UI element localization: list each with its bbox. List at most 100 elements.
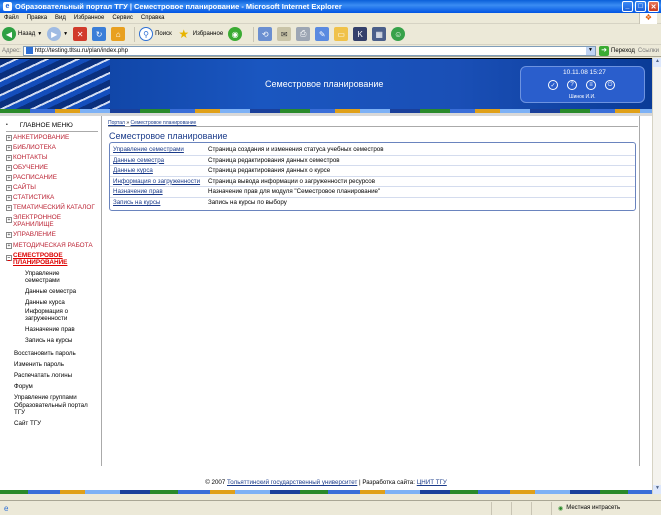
module-link[interactable]: Данные курса	[110, 167, 205, 174]
back-label: Назад	[18, 31, 36, 37]
refresh-button[interactable]: ↻	[92, 27, 107, 41]
security-zone: ◉ Местная интрасеть	[551, 501, 661, 515]
expand-icon[interactable]: +	[6, 242, 12, 249]
menu-item-education[interactable]: + ОБУЧЕНИЕ	[6, 164, 48, 171]
folder-button[interactable]: ▭	[334, 27, 349, 41]
restore-password-link[interactable]: Восстановить пароль	[14, 350, 76, 357]
favorites-label: Избранное	[192, 31, 224, 37]
home-button[interactable]: ⌂	[111, 27, 126, 41]
expand-icon[interactable]: +	[6, 144, 12, 151]
menu-item-label: КОНТАКТЫ	[13, 154, 48, 161]
groups-link[interactable]: Управление группами	[14, 394, 77, 401]
menu-file[interactable]: Файл	[4, 15, 19, 21]
chevron-down-icon[interactable]: ▼	[63, 31, 68, 37]
maximize-button[interactable]: □	[635, 1, 646, 12]
forward-button[interactable]: ▶ ▼	[47, 27, 68, 41]
menu-item-schedule[interactable]: + РАСПИСАНИЕ	[6, 174, 57, 181]
developer-link[interactable]: ЦНИТ ТГУ	[417, 479, 447, 486]
folder-icon: ▭	[334, 27, 349, 41]
expand-icon[interactable]: +	[6, 174, 12, 181]
forum-link[interactable]: Форум	[14, 383, 33, 390]
change-password-link[interactable]: Изменить пароль	[14, 361, 64, 368]
menu-item-library[interactable]: + БИБЛИОТЕКА	[6, 144, 56, 151]
close-button[interactable]: ✕	[648, 1, 659, 12]
menu-item-semester-planning[interactable]: − СЕМЕСТРОВОЕ ПЛАНИРОВАНИЕ	[6, 252, 86, 266]
module-link[interactable]: Назначение прав	[110, 188, 205, 195]
menu-favorites[interactable]: Избранное	[74, 15, 104, 21]
address-input[interactable]: http://testing.tltsu.ru/plan/index.php ▼	[22, 45, 597, 56]
menu-item-statistics[interactable]: + СТАТИСТИКА	[6, 194, 54, 201]
menu-item-methodics[interactable]: + МЕТОДИЧЕСКАЯ РАБОТА	[6, 242, 93, 249]
table-row: Данные курса Страница редактирования дан…	[110, 166, 635, 177]
submenu-rights[interactable]: Назначение прав	[25, 326, 75, 333]
go-label: Переход	[611, 47, 635, 54]
footer-color-band	[0, 490, 652, 494]
print-logins-link[interactable]: Распечатать логины	[14, 372, 72, 379]
favorites-button[interactable]: ★ Избранное	[177, 27, 223, 41]
messages-icon[interactable]: ≡	[586, 80, 596, 90]
menu-item-label: САЙТЫ	[13, 184, 36, 191]
back-button[interactable]: ◀ Назад ▼	[2, 27, 42, 41]
chevron-down-icon[interactable]: ▼	[37, 31, 42, 37]
menu-item-sites[interactable]: + САЙТЫ	[6, 184, 36, 191]
mail-button[interactable]: ✉	[277, 27, 292, 41]
menu-item-catalog[interactable]: + ТЕМАТИЧЕСКИЙ КАТАЛОГ	[6, 204, 95, 211]
links-button[interactable]: Ссылки	[638, 48, 659, 54]
submenu-course-data[interactable]: Данные курса	[25, 299, 65, 306]
menu-help[interactable]: Справка	[141, 15, 165, 21]
expand-icon[interactable]: +	[6, 194, 12, 201]
edit-button[interactable]: ✎	[315, 27, 330, 41]
menu-tools[interactable]: Сервис	[112, 15, 133, 21]
menu-item-storage[interactable]: + ЭЛЕКТРОННОЕ ХРАНИЛИЩЕ	[6, 214, 86, 228]
menu-item-contacts[interactable]: + КОНТАКТЫ	[6, 154, 47, 161]
logout-icon[interactable]: ⏻	[605, 80, 615, 90]
stop-button[interactable]: ✕	[73, 27, 88, 41]
check-icon[interactable]: ✓	[548, 80, 558, 90]
module-link[interactable]: Информация о загруженности	[110, 178, 205, 185]
expand-icon[interactable]: +	[6, 217, 12, 223]
scroll-up-icon[interactable]: ▲	[653, 58, 661, 67]
expand-icon[interactable]: +	[6, 164, 12, 171]
search-button[interactable]: ⚲ Поиск	[139, 27, 172, 41]
collapse-icon[interactable]: −	[6, 255, 12, 261]
menu-edit[interactable]: Правка	[27, 15, 47, 21]
menu-item-surveys[interactable]: + АНКЕТИРОВАНИЕ	[6, 134, 69, 141]
university-link[interactable]: Тольяттинский государственный университе…	[227, 479, 357, 486]
expand-icon[interactable]: +	[6, 154, 12, 161]
table-row: Назначение прав Назначение прав для моду…	[110, 187, 635, 198]
submenu-load-info[interactable]: Информация о загруженности	[25, 308, 85, 322]
intranet-icon: ◉	[558, 505, 564, 512]
scroll-down-icon[interactable]: ▼	[653, 485, 661, 494]
menu-bar: Файл Правка Вид Избранное Сервис Справка…	[0, 13, 661, 24]
menu-item-label: ОБУЧЕНИЕ	[13, 164, 49, 171]
minimize-button[interactable]: _	[622, 1, 633, 12]
print-button[interactable]: ⎙	[296, 27, 311, 41]
module-link[interactable]: Данные семестра	[110, 157, 205, 164]
module-link[interactable]: Запись на курсы	[110, 199, 205, 206]
messenger-button[interactable]: ☺	[391, 27, 407, 41]
research-button[interactable]: ▦	[372, 27, 387, 41]
chevron-down-icon[interactable]: ▼	[586, 46, 596, 55]
submenu-semester-data[interactable]: Данные семестра	[25, 288, 76, 295]
menu-item-management[interactable]: + УПРАВЛЕНИЕ	[6, 231, 56, 238]
vertical-scrollbar[interactable]: ▲ ▼	[652, 58, 661, 494]
expand-icon[interactable]: +	[6, 184, 12, 191]
university-site-link[interactable]: Сайт ТГУ	[14, 420, 41, 427]
module-link[interactable]: Управление семестрами	[110, 146, 205, 153]
expand-icon[interactable]: +	[6, 134, 12, 141]
bullet-icon: •	[6, 122, 8, 128]
menu-view[interactable]: Вид	[55, 15, 66, 21]
history-button[interactable]: ⟲	[258, 27, 273, 41]
submenu-semesters[interactable]: Управление семестрами	[25, 270, 85, 284]
portal-link[interactable]: Образовательный портал ТГУ	[14, 402, 96, 416]
submenu-enroll[interactable]: Запись на курсы	[25, 337, 72, 344]
help-icon[interactable]: ?	[567, 80, 577, 90]
go-button[interactable]: ➜ Переход	[599, 45, 635, 56]
media-button[interactable]: ◉	[228, 27, 244, 41]
mail-icon: ✉	[277, 27, 292, 41]
expand-icon[interactable]: +	[6, 231, 12, 238]
menu-divider	[101, 116, 102, 466]
bookmark-button[interactable]: K	[353, 27, 368, 41]
windows-logo-icon: ❖	[639, 13, 657, 24]
expand-icon[interactable]: +	[6, 204, 12, 211]
